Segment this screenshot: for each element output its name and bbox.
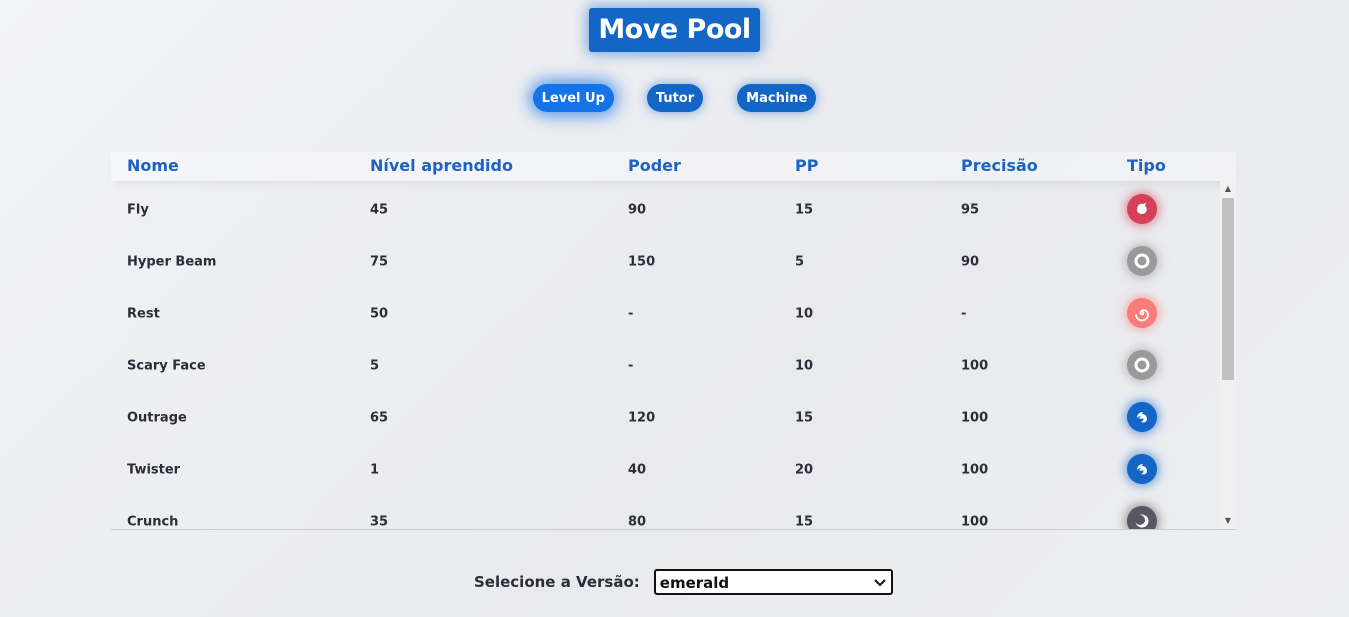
cell-pp: 10 bbox=[795, 306, 814, 322]
version-label: Selecione a Versão: bbox=[474, 573, 640, 591]
cell-name: Scary Face bbox=[127, 358, 206, 374]
table-row[interactable]: Outrage 65 120 15 100 bbox=[111, 389, 1220, 441]
cell-accuracy: 100 bbox=[961, 358, 989, 374]
chevron-down-icon bbox=[874, 579, 886, 587]
title-wrap: Move Pool bbox=[0, 8, 1349, 52]
cell-accuracy: 100 bbox=[961, 514, 989, 530]
dragon-icon bbox=[1127, 454, 1157, 484]
cell-level: 5 bbox=[370, 358, 380, 374]
cell-pp: 10 bbox=[795, 358, 814, 374]
cell-accuracy: 95 bbox=[961, 202, 980, 218]
table-body[interactable]: Fly 45 90 15 95 Hyper Beam 75 150 5 90 Rest 50-10- S… bbox=[111, 181, 1220, 529]
cell-power: 80 bbox=[628, 514, 647, 530]
dark-icon bbox=[1127, 506, 1157, 529]
normal-icon bbox=[1127, 246, 1157, 276]
table-row[interactable]: Hyper Beam 75 150 5 90 bbox=[111, 233, 1220, 285]
scroll-down-icon[interactable]: ▼ bbox=[1220, 513, 1236, 529]
table-divider bbox=[111, 529, 1236, 530]
table-row[interactable]: Twister 1 40 20 100 bbox=[111, 441, 1220, 493]
cell-name: Crunch bbox=[127, 514, 179, 530]
column-header-pp: PP bbox=[795, 156, 819, 175]
table-scrollbar[interactable]: ▲ ▼ bbox=[1220, 181, 1236, 529]
scroll-up-icon[interactable]: ▲ bbox=[1220, 181, 1236, 197]
cell-name: Rest bbox=[127, 306, 160, 322]
flying-icon bbox=[1127, 194, 1157, 224]
cell-accuracy: 100 bbox=[961, 410, 989, 426]
version-select[interactable]: emerald bbox=[653, 569, 893, 595]
cell-accuracy: - bbox=[961, 306, 967, 322]
table-row[interactable]: Scary Face 5 - 10 100 bbox=[111, 337, 1220, 389]
cell-level: 1 bbox=[370, 462, 380, 478]
column-header-name: Nome bbox=[127, 156, 179, 175]
psychic-icon bbox=[1127, 298, 1157, 328]
cell-power: 40 bbox=[628, 462, 647, 478]
table-row[interactable]: Crunch 35 80 15 100 bbox=[111, 493, 1220, 529]
cell-pp: 20 bbox=[795, 462, 814, 478]
cell-level: 50 bbox=[370, 306, 389, 322]
cell-level: 75 bbox=[370, 254, 389, 270]
version-select-value: emerald bbox=[659, 574, 730, 592]
cell-power: 120 bbox=[628, 410, 656, 426]
column-header-type: Tipo bbox=[1127, 156, 1166, 175]
cell-power: 150 bbox=[628, 254, 656, 270]
cell-accuracy: 90 bbox=[961, 254, 980, 270]
cell-power: 90 bbox=[628, 202, 647, 218]
cell-name: Fly bbox=[127, 202, 149, 218]
cell-power: - bbox=[628, 358, 634, 374]
cell-power: - bbox=[628, 306, 634, 322]
cell-name: Outrage bbox=[127, 410, 187, 426]
cell-pp: 15 bbox=[795, 202, 814, 218]
cell-level: 65 bbox=[370, 410, 389, 426]
cell-pp: 15 bbox=[795, 514, 814, 530]
tab-machine[interactable]: Machine bbox=[737, 84, 817, 112]
version-selector: Selecione a Versão: emerald bbox=[474, 569, 893, 595]
tab-tutor[interactable]: Tutor bbox=[646, 84, 704, 112]
cell-level: 35 bbox=[370, 514, 389, 530]
cell-pp: 5 bbox=[795, 254, 805, 270]
move-method-tabs: Level Up Tutor Machine bbox=[0, 84, 1349, 112]
move-table: Nome Nível aprendido Poder PP Precisão T… bbox=[111, 152, 1236, 530]
page-title: Move Pool bbox=[589, 8, 760, 52]
table-row[interactable]: Fly 45 90 15 95 bbox=[111, 181, 1220, 233]
scrollbar-thumb[interactable] bbox=[1222, 198, 1234, 380]
column-header-power: Poder bbox=[628, 156, 681, 175]
cell-level: 45 bbox=[370, 202, 389, 218]
table-row[interactable]: Rest 50 - 10 - bbox=[111, 285, 1220, 337]
cell-name: Hyper Beam bbox=[127, 254, 217, 270]
table-header: Nome Nível aprendido Poder PP Precisão T… bbox=[111, 152, 1236, 181]
column-header-accuracy: Precisão bbox=[961, 156, 1038, 175]
cell-pp: 15 bbox=[795, 410, 814, 426]
cell-accuracy: 100 bbox=[961, 462, 989, 478]
column-header-level: Nível aprendido bbox=[370, 156, 513, 175]
cell-name: Twister bbox=[127, 462, 181, 478]
dragon-icon bbox=[1127, 402, 1157, 432]
tab-level-up[interactable]: Level Up bbox=[532, 84, 614, 112]
normal-icon bbox=[1127, 350, 1157, 380]
